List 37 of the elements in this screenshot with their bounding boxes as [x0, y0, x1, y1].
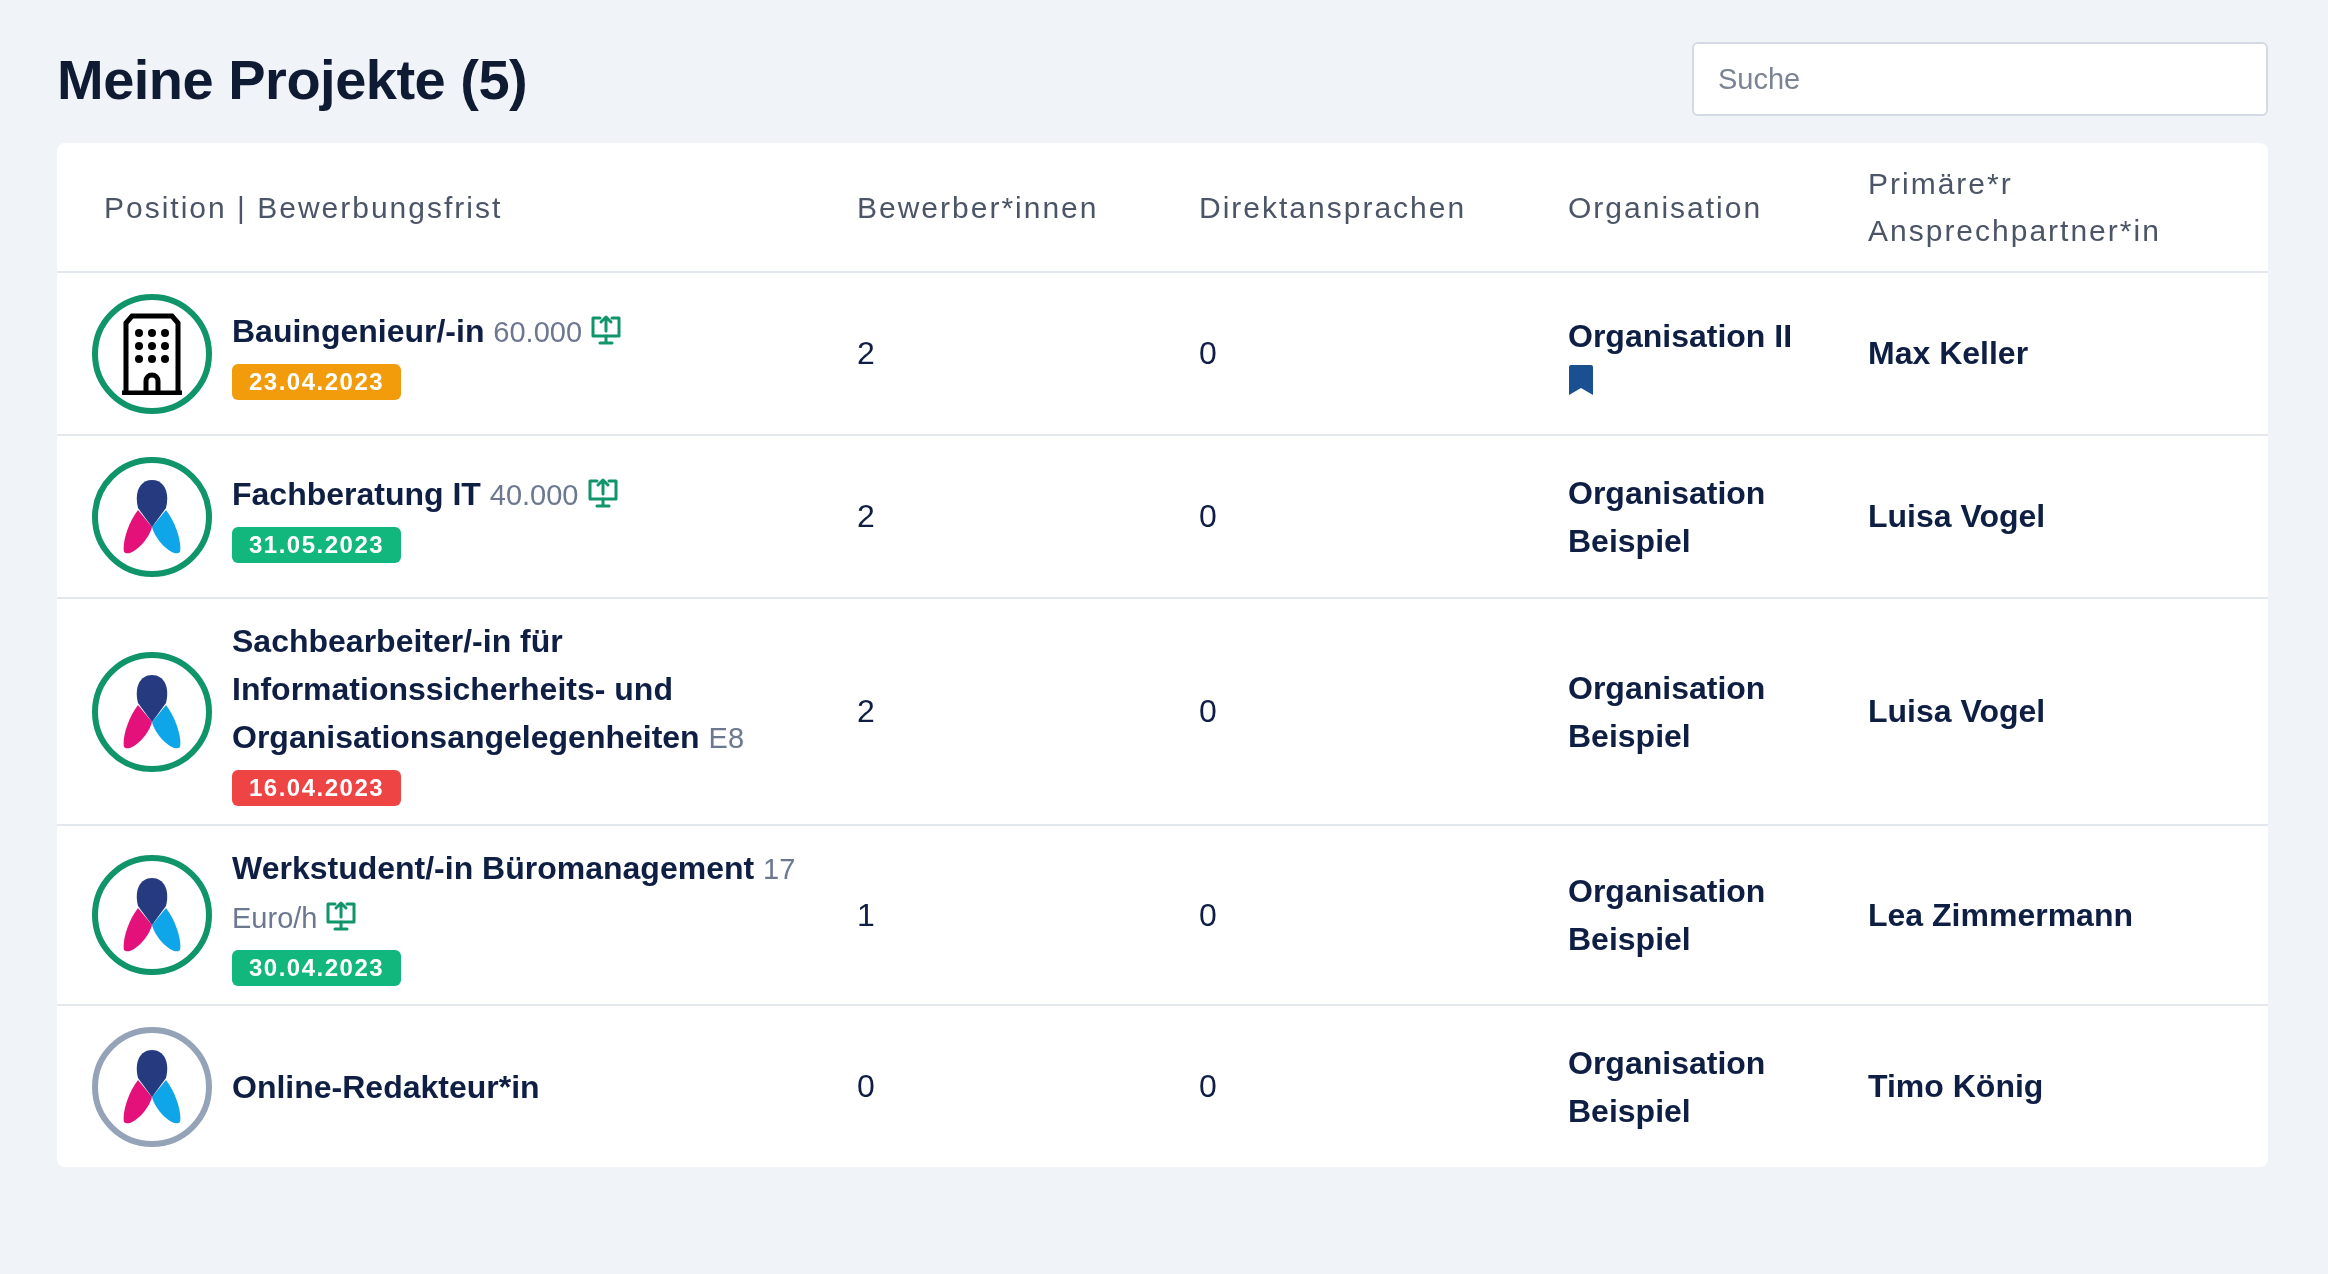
contact-name: Lea Zimmermann — [1868, 896, 2133, 933]
organisation-name: Organisation II — [1568, 316, 1794, 356]
direct-count: 0 — [1199, 335, 1217, 371]
column-header[interactable]: Position | Bewerbungsfrist — [104, 183, 857, 231]
direct-count: 0 — [1199, 498, 1217, 534]
direct-count: 0 — [1199, 1068, 1217, 1104]
contact-name: Timo König — [1868, 1068, 2044, 1104]
column-header[interactable]: Primäre*r Ansprechpartner*in — [1868, 160, 2221, 254]
position-title[interactable]: Online-Redakteur*in — [232, 1062, 540, 1111]
column-header[interactable]: Organisation — [1568, 183, 1868, 231]
applicants-count: 0 — [857, 1068, 875, 1104]
organisation-name: Organisation Beispiel — [1568, 1043, 1767, 1131]
position-title[interactable]: Bauingenieur/-in 60.000 — [232, 307, 623, 356]
direct-count: 0 — [1199, 896, 1217, 933]
deadline-tag: 31.05.2023 — [232, 527, 402, 563]
contact-name: Luisa Vogel — [1868, 498, 2046, 534]
search-field[interactable]: Suche — [1692, 42, 2268, 116]
column-header[interactable]: Direktansprachen — [1199, 183, 1568, 231]
applicants-count: 2 — [857, 335, 875, 371]
position-title[interactable]: Sachbearbeiter/-in für Informationssicherheits- und Organisationsangelegenheiten E8 — [232, 617, 857, 762]
deadline-tag: 16.04.2023 — [232, 770, 402, 806]
applicants-count: 2 — [857, 498, 875, 534]
contact-name: Max Keller — [1868, 335, 2029, 371]
direct-count: 0 — [1199, 693, 1217, 729]
building-icon — [119, 312, 185, 395]
deadline-tag: 23.04.2023 — [232, 364, 402, 400]
applicants-count: 2 — [857, 693, 875, 729]
position-title[interactable]: Fachberatung IT 40.000 — [232, 470, 619, 519]
contact-name: Luisa Vogel — [1868, 693, 2046, 729]
organisation-name: Organisation Beispiel — [1568, 668, 1767, 756]
applicants-count: 1 — [857, 896, 875, 933]
deadline-tag: 30.04.2023 — [232, 950, 402, 986]
organisation-name: Organisation Beispiel — [1568, 872, 1767, 959]
position-title[interactable]: Werkstudent/-in Büromanagement 17 Euro/h — [232, 844, 857, 942]
page-title: Meine Projekte (5) — [57, 46, 528, 112]
column-header[interactable]: Bewerber*innen — [857, 183, 1199, 231]
organisation-name: Organisation Beispiel — [1568, 473, 1767, 561]
